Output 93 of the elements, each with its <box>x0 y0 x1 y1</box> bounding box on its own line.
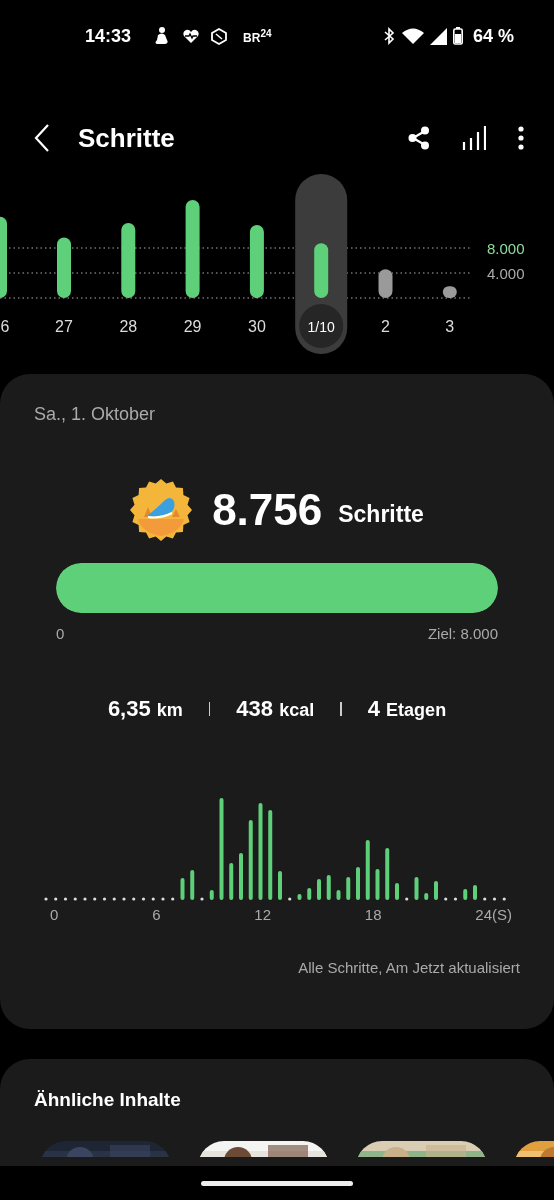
dot <box>453 897 458 901</box>
dot <box>112 897 116 901</box>
dot <box>141 897 146 901</box>
dot <box>44 897 48 901</box>
bar <box>190 870 195 900</box>
dot <box>444 897 448 901</box>
axis-label: 30 <box>248 318 266 335</box>
bar <box>463 889 468 900</box>
hexagon-icon <box>211 27 228 45</box>
axis-label: 27 <box>55 318 73 335</box>
dot <box>63 897 68 901</box>
bar <box>239 853 243 900</box>
wifi-icon <box>401 27 424 45</box>
dot <box>122 897 126 901</box>
signal-icon <box>429 27 447 45</box>
bar <box>424 893 429 900</box>
bar <box>297 894 302 900</box>
progress-start-label: 0 <box>56 625 65 642</box>
bar <box>307 888 312 900</box>
bar <box>414 877 419 900</box>
dot <box>93 897 97 901</box>
step-unit: Schritte <box>338 500 424 528</box>
date-label: Sa., 1. Oktober <box>34 404 156 425</box>
axis-label: 29 <box>183 318 202 335</box>
axis-label: 12 <box>254 906 271 923</box>
dot <box>288 897 292 901</box>
status-time: 14:33 <box>85 25 132 47</box>
news-logo: BR$^{24}$ <box>243 27 272 45</box>
bar-chart-icon[interactable] <box>462 126 486 150</box>
bar <box>356 867 360 900</box>
stat-value: 4 Etagen <box>367 696 447 722</box>
back-icon[interactable] <box>34 124 50 152</box>
dot <box>73 897 77 901</box>
home-indicator[interactable] <box>201 1180 353 1186</box>
selected-day-highlight[interactable] <box>295 174 348 354</box>
axis-label: 28 <box>119 318 138 335</box>
bar[interactable] <box>442 286 457 298</box>
axis-label: 6 <box>0 318 10 335</box>
dot <box>83 897 87 901</box>
axis-label: 4.000 <box>487 265 525 282</box>
dot <box>492 897 497 901</box>
axis-label: 6 <box>152 906 161 923</box>
bar <box>365 840 370 900</box>
bar <box>326 875 331 900</box>
bar <box>395 883 399 900</box>
battery-icon <box>452 27 463 45</box>
section-title: Ähnliche Inhalte <box>34 1089 182 1111</box>
bar <box>180 878 185 900</box>
bar <box>317 879 321 900</box>
dot <box>502 897 506 901</box>
axis-label: 18 <box>364 906 382 923</box>
bar[interactable] <box>314 243 329 298</box>
step-count: 8.756 <box>212 485 323 535</box>
update-note: Alle Schritte, Am Jetzt aktualisiert <box>297 959 520 976</box>
bar <box>346 877 351 900</box>
bar[interactable] <box>378 269 393 298</box>
dot <box>132 897 136 901</box>
dot <box>54 897 58 901</box>
axis-label: 1/10 <box>307 319 335 335</box>
share-icon[interactable] <box>408 126 430 150</box>
page-title: Schritte <box>78 122 175 154</box>
bar[interactable] <box>185 199 200 298</box>
battery-level: 64 % <box>472 25 514 47</box>
bar <box>385 848 390 900</box>
bar <box>434 881 438 900</box>
bar[interactable] <box>0 216 7 298</box>
bar[interactable] <box>249 224 264 298</box>
bar <box>229 863 234 900</box>
axis-label: 2 <box>381 318 390 335</box>
stat-value: 6,35 km <box>107 696 183 722</box>
dot <box>171 897 175 901</box>
bar[interactable] <box>57 237 71 298</box>
axis-label: 24(S) <box>475 906 512 923</box>
bar <box>375 869 380 900</box>
bar <box>209 890 214 900</box>
dot <box>151 897 155 901</box>
dot <box>102 897 107 901</box>
stat-value: 438 kcal <box>236 696 315 722</box>
axis-label: 3 <box>445 318 455 335</box>
shoe-badge-icon <box>130 479 193 541</box>
dot <box>200 897 204 901</box>
dot <box>405 897 409 901</box>
heart-icon <box>183 29 200 43</box>
bar <box>473 885 477 900</box>
bar <box>336 890 341 900</box>
goal-label: Ziel: 8.000 <box>427 625 498 642</box>
bar <box>278 871 282 900</box>
axis-label: 0 <box>50 906 59 923</box>
more-icon[interactable] <box>518 126 524 150</box>
dot <box>161 897 165 901</box>
axis-label: 8.000 <box>487 240 525 257</box>
bar[interactable] <box>121 223 136 298</box>
dot <box>483 897 487 901</box>
